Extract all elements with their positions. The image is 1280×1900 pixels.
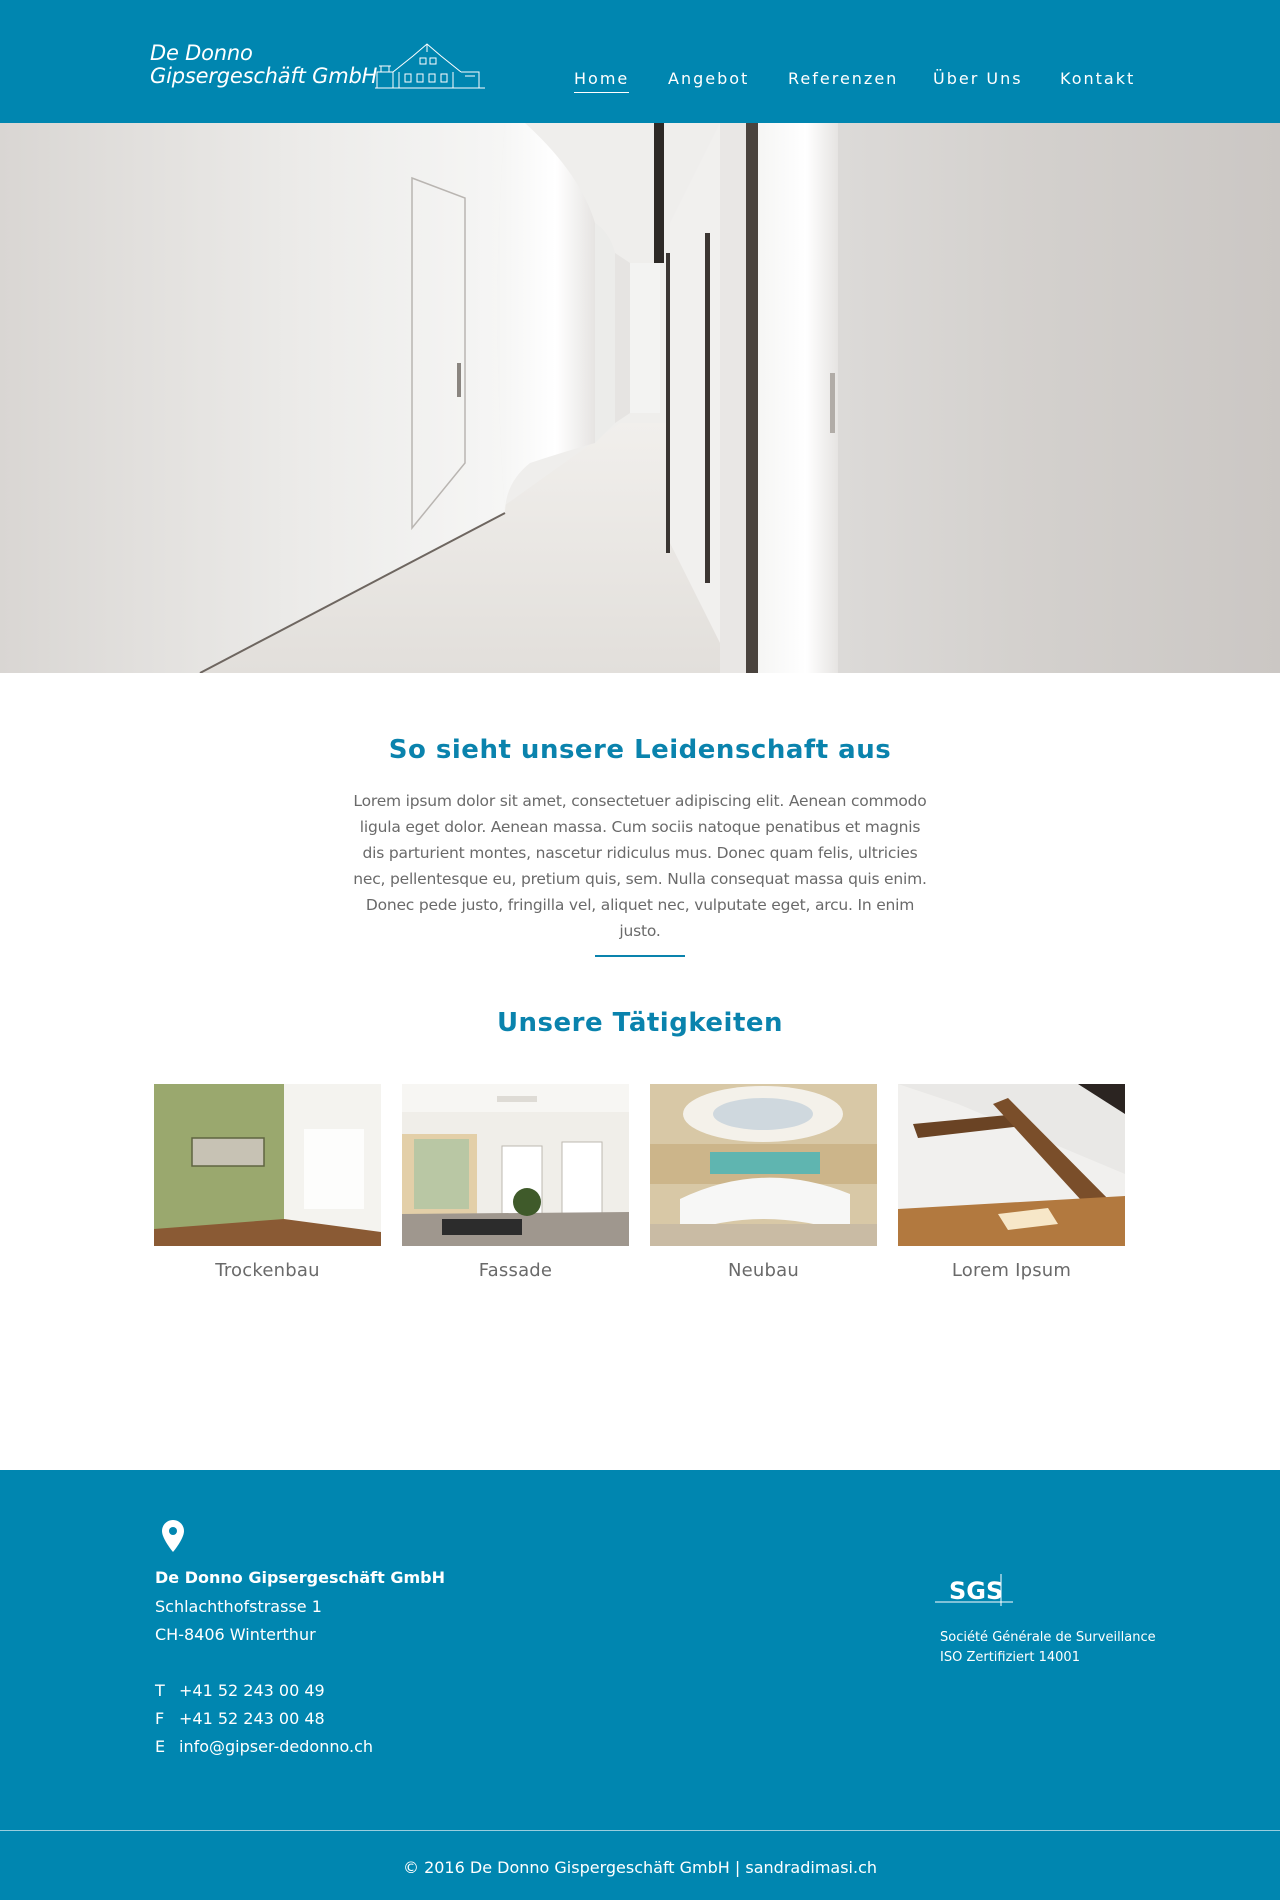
hallway-photo [0,123,1280,673]
email-key: E [155,1737,166,1756]
email-link[interactable]: info@gipser-dedonno.ch [179,1737,373,1756]
activity-label: Neubau [727,1260,799,1281]
sgs-line-2: ISO Zertifiziert 14001 [940,1650,1080,1665]
lorem-ipsum-photo [898,1084,1125,1246]
trockenbau-photo [154,1084,381,1246]
nav-referenzen[interactable]: Referenzen [788,69,898,88]
nav-kontakt[interactable]: Kontakt [1060,69,1135,88]
intro-text: Lorem ipsum dolor sit amet, consectetuer… [353,792,927,940]
activity-label: Fassade [478,1260,553,1281]
footer-street: Schlachthofstrasse 1 [155,1597,322,1616]
activity-card-lorem-ipsum[interactable]: Lorem Ipsum [898,1084,1125,1281]
site-header: De Donno Gipsergeschäft GmbH Home Angebo… [0,0,1280,123]
sgs-logo: SGS [935,1574,1013,1606]
activities-title: Unsere Tätigkeiten [496,1008,784,1038]
sgs-description: Société Générale de Surveillance ISO Zer… [940,1628,1156,1668]
footer-fax: F +41 52 243 00 48 [155,1709,325,1728]
activity-card-neubau[interactable]: Neubau [650,1084,877,1281]
footer-email: Einfo@gipser-dedonno.ch [155,1737,373,1756]
fax-key: F [155,1709,165,1728]
activity-label: Trockenbau [215,1260,320,1281]
activity-card-fassade[interactable]: Fassade [402,1084,629,1281]
phone-number[interactable]: +41 52 243 00 49 [179,1681,325,1700]
activity-card-trockenbau[interactable]: Trockenbau [154,1084,381,1281]
footer-phone: T +41 52 243 00 49 [155,1681,325,1700]
footer-city: CH-8406 Winterthur [155,1625,316,1644]
logo-line-1: De Donno [150,41,253,65]
phone-key: T [155,1681,165,1700]
footer-divider [0,1830,1280,1831]
copyright: © 2016 De Donno Gispergeschäft GmbH | sa… [402,1858,878,1877]
neubau-photo [650,1084,877,1246]
nav-home[interactable]: Home [574,69,630,93]
nav-ueber-uns[interactable]: Über Uns [933,69,1023,88]
intro-title: So sieht unsere Leidenschaft aus [388,735,892,765]
section-divider [595,955,685,957]
site-footer: De Donno Gipsergeschäft GmbH Schlachthof… [0,1470,1280,1900]
location-pin-icon [162,1520,184,1552]
activity-label: Lorem Ipsum [951,1260,1072,1281]
hero-image [0,123,1280,673]
fax-number: +41 52 243 00 48 [179,1709,325,1728]
nav-angebot[interactable]: Angebot [668,69,749,88]
sgs-line-1: Société Générale de Surveillance [940,1630,1156,1645]
footer-company-name: De Donno Gipsergeschäft GmbH [155,1568,445,1587]
fassade-photo [402,1084,629,1246]
sgs-logo-text: SGS [949,1577,1003,1605]
main-nav: Home Angebot Referenzen Über Uns Kontakt [0,69,1280,93]
